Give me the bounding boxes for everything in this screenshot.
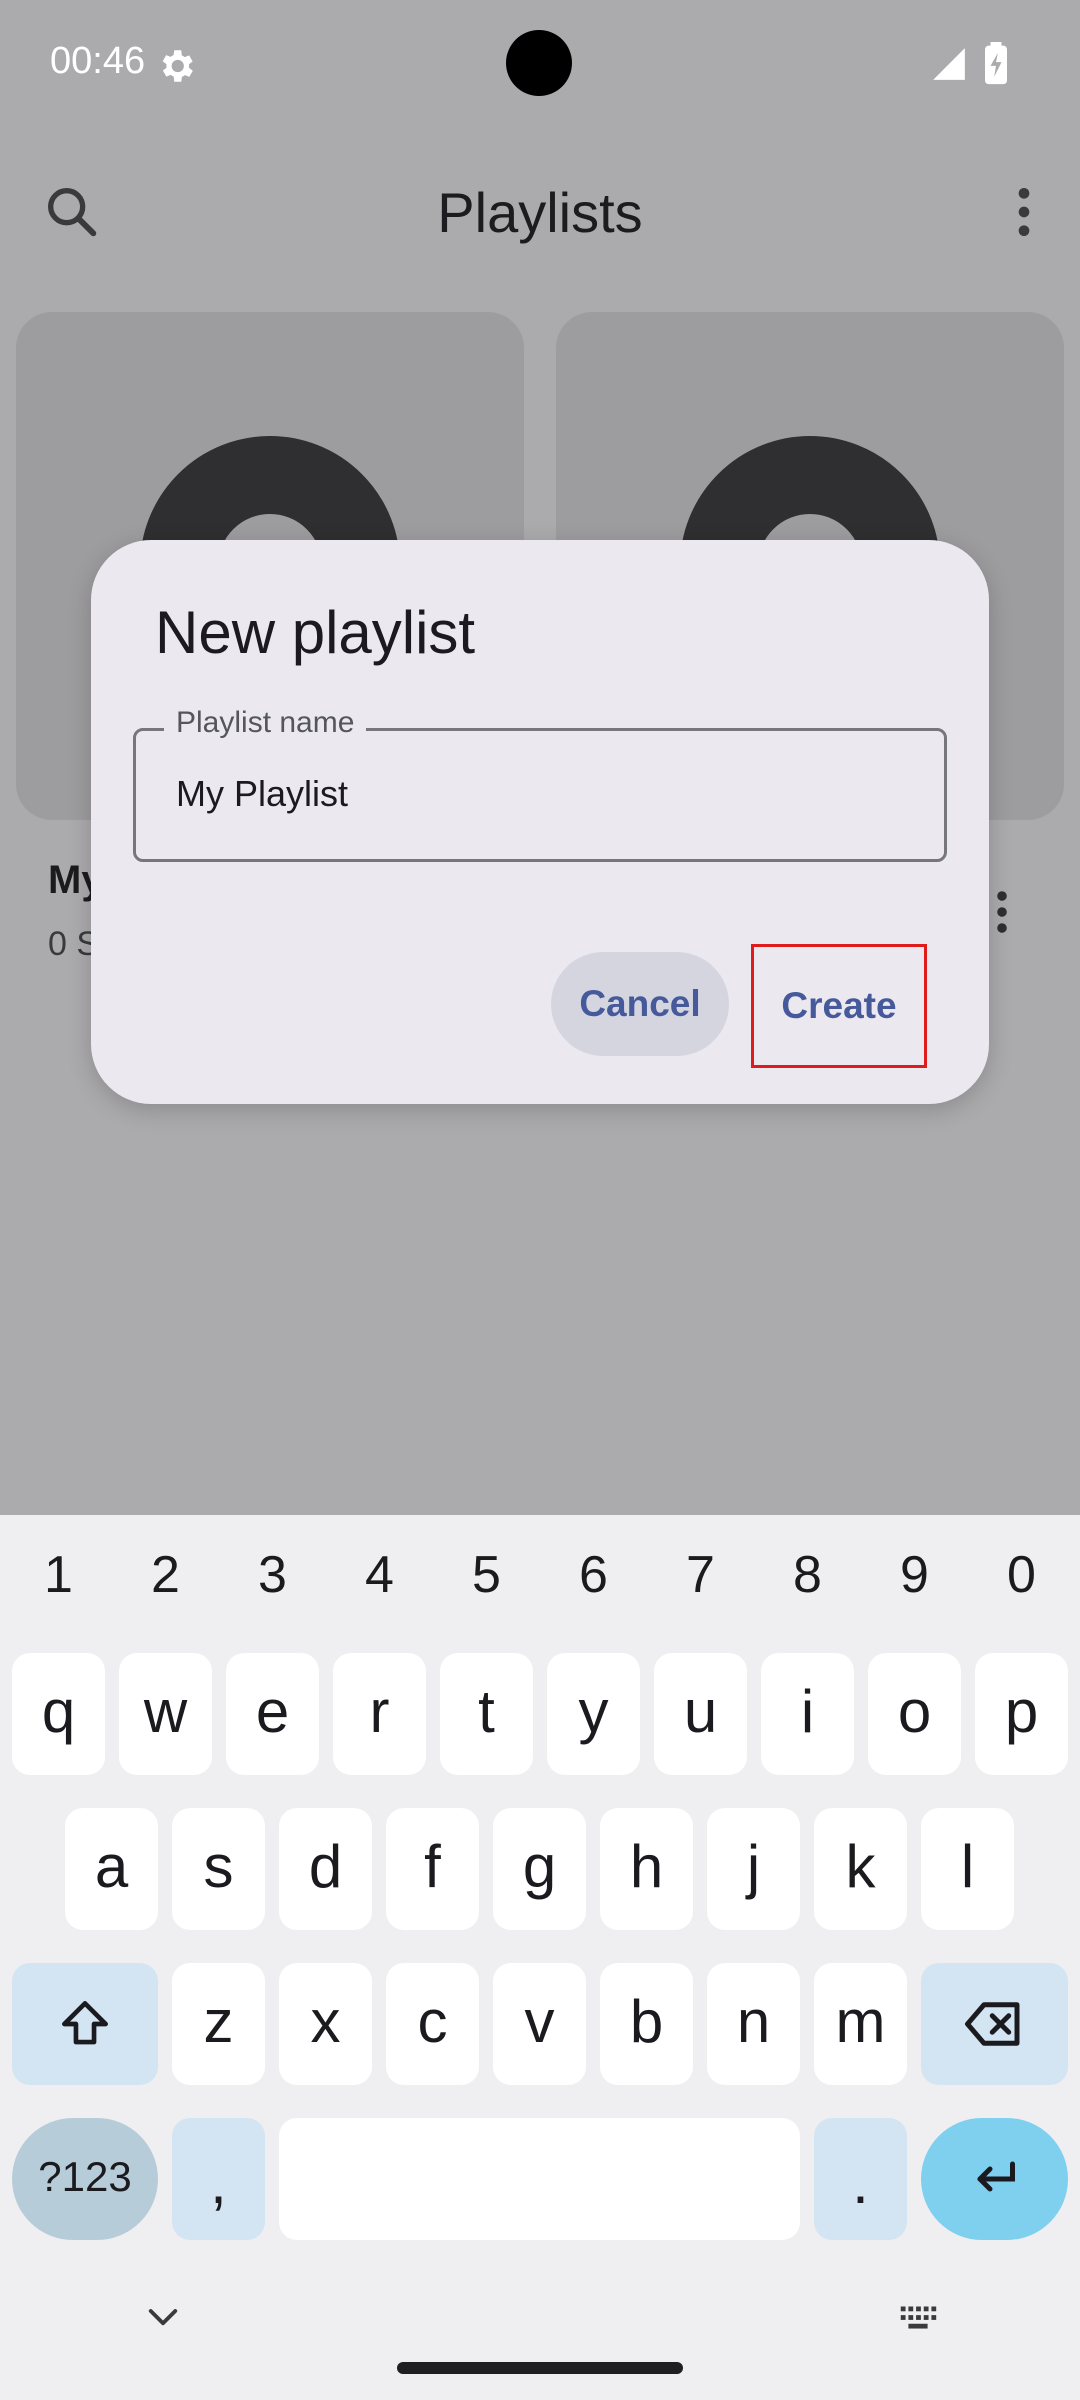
key-w[interactable]: w: [119, 1653, 212, 1775]
key-a[interactable]: a: [65, 1808, 158, 1930]
key-7[interactable]: 7: [647, 1535, 754, 1615]
number-row: 1 2 3 4 5 6 7 8 9 0: [0, 1515, 1080, 1635]
key-b[interactable]: b: [600, 1963, 693, 2085]
chevron-down-icon[interactable]: [142, 2297, 184, 2339]
backspace-icon: [964, 2002, 1019, 2046]
page-title: Playlists: [437, 181, 643, 244]
symbols-key[interactable]: ?123: [12, 2118, 158, 2240]
key-g[interactable]: g: [493, 1808, 586, 1930]
key-9[interactable]: 9: [861, 1535, 968, 1615]
key-u[interactable]: u: [654, 1653, 747, 1775]
key-l[interactable]: l: [921, 1808, 1014, 1930]
key-k[interactable]: k: [814, 1808, 907, 1930]
key-c[interactable]: c: [386, 1963, 479, 2085]
create-button[interactable]: Create: [751, 944, 927, 1068]
cancel-button[interactable]: Cancel: [551, 952, 729, 1056]
status-bar: 00:46: [0, 0, 1080, 130]
key-z[interactable]: z: [172, 1963, 265, 2085]
battery-charging-icon: [985, 42, 1007, 85]
enter-icon: [977, 2161, 1015, 2192]
key-1[interactable]: 1: [5, 1535, 112, 1615]
comma-key[interactable]: ,: [172, 2118, 265, 2240]
backspace-key[interactable]: [921, 1963, 1068, 2085]
app-bar: Playlists: [0, 150, 1080, 270]
key-6[interactable]: 6: [540, 1535, 647, 1615]
playlist-name-input[interactable]: [176, 773, 916, 815]
key-0[interactable]: 0: [968, 1535, 1075, 1615]
key-j[interactable]: j: [707, 1808, 800, 1930]
key-n[interactable]: n: [707, 1963, 800, 2085]
key-v[interactable]: v: [493, 1963, 586, 2085]
gesture-nav-handle[interactable]: [397, 2362, 683, 2374]
more-options-icon[interactable]: [1000, 180, 1048, 244]
key-s[interactable]: s: [172, 1808, 265, 1930]
soft-keyboard: 1 2 3 4 5 6 7 8 9 0 q w e r t y u i o p …: [0, 1515, 1080, 2400]
key-p[interactable]: p: [975, 1653, 1068, 1775]
key-4[interactable]: 4: [326, 1535, 433, 1615]
dialog-title: New playlist: [155, 599, 476, 666]
settings-gear-icon: [162, 50, 193, 82]
status-time: 00:46: [50, 40, 146, 82]
key-q[interactable]: q: [12, 1653, 105, 1775]
period-key[interactable]: .: [814, 2118, 907, 2240]
keyboard-nav-row: [0, 2255, 1080, 2400]
enter-key[interactable]: [921, 2118, 1068, 2240]
playlist-name-field[interactable]: Playlist name: [133, 706, 947, 862]
key-e[interactable]: e: [226, 1653, 319, 1775]
key-i[interactable]: i: [761, 1653, 854, 1775]
new-playlist-dialog: New playlist Playlist name Cancel Create: [91, 540, 989, 1104]
field-label: Playlist name: [164, 706, 367, 740]
camera-cutout: [506, 30, 572, 96]
key-y[interactable]: y: [547, 1653, 640, 1775]
keyboard-switch-icon[interactable]: [895, 2295, 941, 2341]
signal-icon: [933, 48, 965, 80]
space-key[interactable]: [279, 2118, 800, 2240]
key-2[interactable]: 2: [112, 1535, 219, 1615]
key-h[interactable]: h: [600, 1808, 693, 1930]
shift-key[interactable]: [12, 1963, 158, 2085]
key-r[interactable]: r: [333, 1653, 426, 1775]
key-3[interactable]: 3: [219, 1535, 326, 1615]
shift-icon: [62, 2001, 108, 2045]
key-5[interactable]: 5: [433, 1535, 540, 1615]
key-x[interactable]: x: [279, 1963, 372, 2085]
key-d[interactable]: d: [279, 1808, 372, 1930]
key-m[interactable]: m: [814, 1963, 907, 2085]
key-f[interactable]: f: [386, 1808, 479, 1930]
key-8[interactable]: 8: [754, 1535, 861, 1615]
key-t[interactable]: t: [440, 1653, 533, 1775]
key-o[interactable]: o: [868, 1653, 961, 1775]
